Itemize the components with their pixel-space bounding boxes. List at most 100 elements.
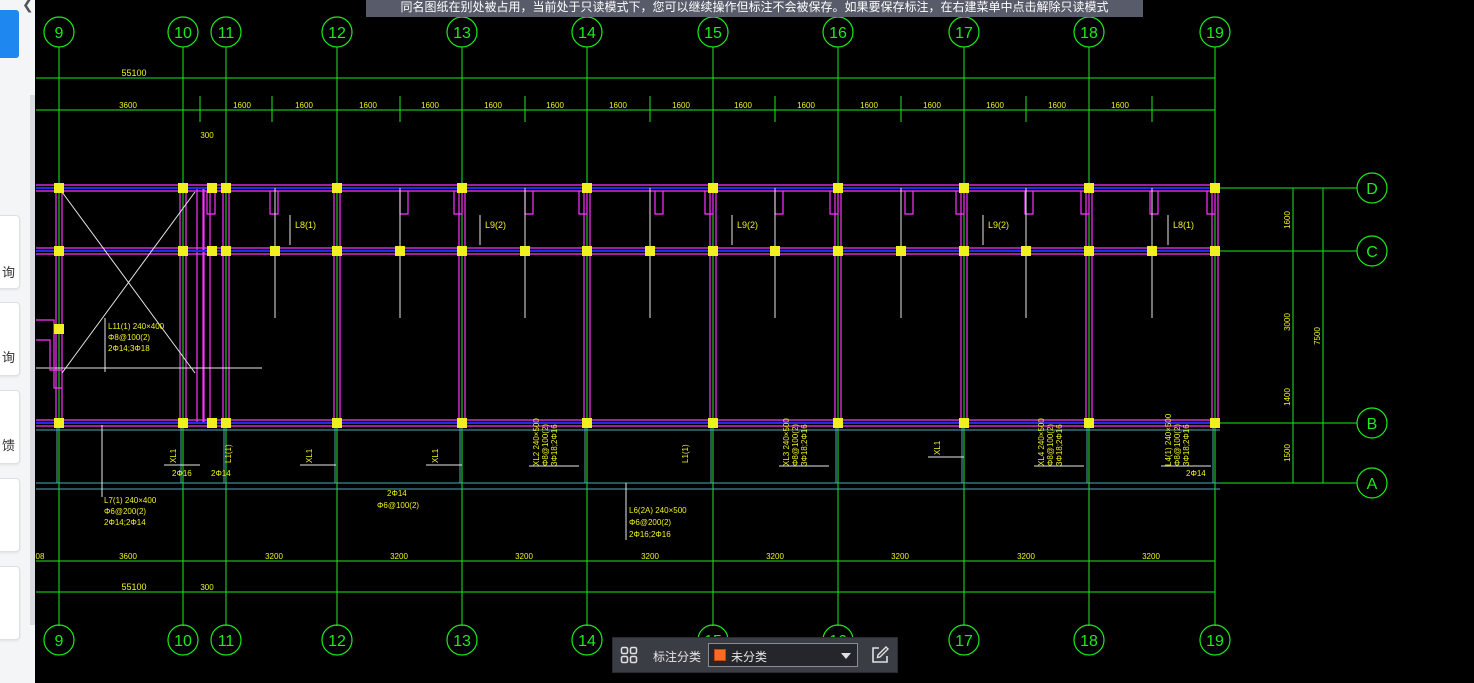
beam-label: L9(2) xyxy=(485,220,506,230)
column xyxy=(708,183,718,193)
column xyxy=(1084,183,1094,193)
dim-label-bottom: 3200 xyxy=(1017,552,1035,561)
axis-bubble-B-label: B xyxy=(1367,416,1378,433)
dim-label-top: 1600 xyxy=(233,101,251,110)
notch xyxy=(399,191,409,215)
side-tab-3[interactable]: 馈 xyxy=(0,390,20,464)
column xyxy=(896,246,906,256)
side-tab-2[interactable]: 询 xyxy=(0,302,20,376)
dim-label-bottom: 3200 xyxy=(390,552,408,561)
notch xyxy=(578,191,588,215)
beam-label: L8(1) xyxy=(1173,220,1194,230)
beam-note-l7: L7(1) 240×400 xyxy=(104,496,157,505)
side-tab-1-label: 询 xyxy=(2,265,16,280)
dim-label-top: 1600 xyxy=(421,101,439,110)
column xyxy=(207,246,217,256)
beam-label-xl: XL1 xyxy=(169,448,178,463)
column xyxy=(395,246,405,256)
beam-label-l1: L1(1) xyxy=(681,444,690,463)
edit-icon[interactable] xyxy=(870,645,890,665)
beam-label-xl: XL1 xyxy=(933,440,942,455)
column xyxy=(1147,246,1157,256)
beam-note-vertical: L4(1) 240×500 xyxy=(1164,413,1173,466)
axis-bubble-top-10-label: 10 xyxy=(174,25,192,42)
beam-note-l7: Φ6@200(2) xyxy=(104,507,146,516)
column xyxy=(1084,418,1094,428)
column xyxy=(270,246,280,256)
beam-note-vertical: Φ8@100(2) xyxy=(1173,424,1182,466)
side-tab-1[interactable]: 询 xyxy=(0,215,20,289)
beam-note-l6: 2Φ16;2Φ16 xyxy=(629,530,671,539)
beam-note-l7: 2Φ14;2Φ14 xyxy=(104,518,146,527)
category-selected-value: 未分类 xyxy=(731,650,768,664)
drawing-canvas[interactable]: 55100 3600 1600 1600 1600 1600 1600 1600 1600 160… xyxy=(35,0,1474,683)
beam-note-vertical: Φ8@100(2) xyxy=(541,424,550,466)
dim-label-bottom: 3200 xyxy=(891,552,909,561)
column xyxy=(54,246,64,256)
dim-label-top: 1600 xyxy=(295,101,313,110)
beam-label-xl: XL1 xyxy=(305,448,314,463)
dim-label-top: 1600 xyxy=(986,101,1004,110)
column xyxy=(54,324,64,334)
side-tab-2-label: 询 xyxy=(2,350,16,365)
structural-plan-drawing[interactable]: 551003600 1600 1600 1600 1600 1600 1600 1600 160… xyxy=(35,0,1474,683)
beam-note-vertical: 3Φ18;2Φ16 xyxy=(1182,424,1191,466)
beam-note-vertical: Φ8@100(2) xyxy=(1046,424,1055,466)
column xyxy=(457,246,467,256)
grid-menu-icon[interactable] xyxy=(620,646,638,664)
dim-label-top: 1600 xyxy=(923,101,941,110)
column xyxy=(178,183,188,193)
axis-bubble-top-17-label: 17 xyxy=(955,25,973,42)
panel-active-tab[interactable] xyxy=(0,10,19,58)
left-side-panel: ❮ 询 询 馈 xyxy=(0,0,35,683)
column xyxy=(959,246,969,256)
collapse-arrow-icon[interactable]: ❮ xyxy=(22,0,34,13)
beam-label: L8(1) xyxy=(295,220,316,230)
notch xyxy=(524,191,534,215)
axis-bubble-bottom-17-label: 17 xyxy=(955,633,973,650)
chevron-down-icon xyxy=(841,653,851,659)
notch xyxy=(829,191,839,215)
rebar-note: 2Φ16 xyxy=(172,469,192,478)
beam-note-l11: 2Φ14;3Φ18 xyxy=(108,344,150,353)
beam-note-vertical: XL3 240×500 xyxy=(782,418,791,466)
beam-note-vertical: 3Φ18;2Φ16 xyxy=(800,424,809,466)
axis-bubble-bottom-9-label: 9 xyxy=(55,633,64,650)
notch xyxy=(1206,191,1216,215)
notch xyxy=(1149,191,1159,215)
axis-bubble-top-12-label: 12 xyxy=(328,25,346,42)
column xyxy=(582,246,592,256)
dim-label-top: 1600 xyxy=(359,101,377,110)
column xyxy=(457,183,467,193)
dim-total-bottom: 55100 xyxy=(121,582,146,592)
column xyxy=(332,246,342,256)
notch xyxy=(269,191,279,215)
side-tab-4[interactable] xyxy=(0,478,20,552)
dim-label-right-total: 7500 xyxy=(1313,327,1322,345)
dim-label-top: 1600 xyxy=(546,101,564,110)
dim-label-top: 1600 xyxy=(672,101,690,110)
dim-label-top: 1600 xyxy=(1048,101,1066,110)
column xyxy=(708,246,718,256)
axis-bubble-bottom-18-label: 18 xyxy=(1080,633,1098,650)
dim-label-right: 1400 xyxy=(1283,388,1292,406)
annotation-category-select[interactable]: 未分类 xyxy=(708,643,858,667)
beam-label-xl: XL1 xyxy=(431,448,440,463)
column xyxy=(221,418,231,428)
axis-bubble-bottom-11-label: 11 xyxy=(218,633,235,650)
axis-bubble-top-9-label: 9 xyxy=(55,25,64,42)
beam-note-vertical: 3Φ18;2Φ16 xyxy=(1055,424,1064,466)
column xyxy=(1084,246,1094,256)
beam-label-l1: L1(1) xyxy=(224,444,233,463)
notch xyxy=(774,191,784,215)
notch xyxy=(704,191,714,215)
dim-label-top: 1600 xyxy=(734,101,752,110)
side-tab-5[interactable] xyxy=(0,566,20,640)
dim-small: 300 xyxy=(200,131,214,140)
axis-bubble-top-16-label: 16 xyxy=(829,25,847,42)
dim-label-bottom: 3200 xyxy=(515,552,533,561)
beam-note-l6: Φ6@200(2) xyxy=(629,518,671,527)
beam-note-vertical: Φ8@100(2) xyxy=(791,424,800,466)
beam-note-l6: L6(2A) 240×500 xyxy=(629,506,687,515)
dim-label-right: 3000 xyxy=(1283,313,1292,331)
